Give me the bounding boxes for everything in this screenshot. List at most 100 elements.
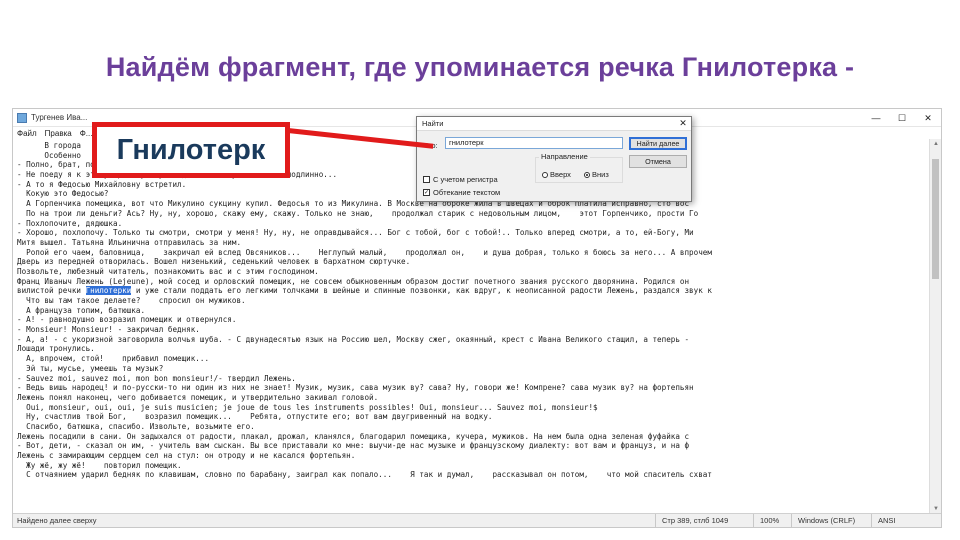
find-dialog-titlebar: Найти ✕ (417, 117, 691, 131)
text-line: - Monsieur! Monsieur! - закричал бедняк. (17, 325, 931, 335)
text-line: Oui, monsieur, oui, oui, je suis musicie… (17, 403, 931, 413)
text-line-content: - Вот, дети, - сказал он им, - учитель в… (17, 441, 690, 451)
text-line: Ропой его чаем, баловница, закричал ей в… (17, 248, 931, 258)
status-cursor-position: Стр 389, стлб 1049 (655, 514, 753, 527)
text-line-content: - Хорошо, похлопочу. Только ты смотри, с… (17, 228, 694, 238)
text-line: Что вы там такое делаете? спросил он муж… (17, 296, 931, 306)
text-line: - А, а! - с укоризной заговорила волчья … (17, 335, 931, 345)
text-line-content: Что вы там такое делаете? спросил он муж… (17, 296, 246, 305)
text-line-content: - Ведь вишь народец! и по-русски-то ни о… (17, 383, 694, 393)
text-line-content: В города (17, 141, 82, 150)
text-line: - Хорошо, похлопочу. Только ты смотри, с… (17, 228, 931, 238)
direction-label: Направление (539, 152, 590, 161)
vertical-scrollbar[interactable]: ▲ ▼ (929, 139, 941, 514)
text-line-content: Позвольте, любезный читатель, познакомит… (17, 266, 319, 276)
text-line-content: А, впрочем, стой! прибавил помещик... (17, 354, 210, 364)
text-line: С отчаянием ударил бедняк по клавишам, с… (17, 470, 931, 480)
text-line: Лежень понял наконец, чего добивается по… (17, 393, 931, 403)
text-line: - Вот, дети, - сказал он им, - учитель в… (17, 441, 931, 451)
text-line-content: Лежень посадили в сани. Он задыхался от … (17, 431, 690, 441)
text-line: Дверь из передней отворилась. Вошел низе… (17, 257, 931, 267)
close-button[interactable]: ✕ (915, 109, 941, 126)
find-next-button[interactable]: Найти далее (629, 137, 687, 150)
text-line: Лежень с замирающим сердцем сел на стул:… (17, 451, 931, 461)
text-line-content: Лежень понял наконец, чего добивается по… (17, 392, 379, 402)
wrap-around-label: Обтекание текстом (433, 188, 501, 197)
text-line: Ну, счастлив твой Бог, возразил помещик.… (17, 412, 931, 422)
text-line-content: Oui, monsieur, oui, oui, je suis musicie… (17, 402, 598, 412)
match-case-label: С учетом регистра (433, 175, 498, 184)
status-line-ending: Windows (CRLF) (791, 514, 871, 527)
text-line-content: - Monsieur! Monsieur! - закричал бедняк. (17, 325, 200, 335)
notepad-icon (17, 112, 27, 123)
text-line-content: - Sauvez moi, sauvez moi, mon bon monsie… (17, 373, 296, 383)
text-line: Франц Иваныч Лежень (Lejeune), мой сосед… (17, 277, 931, 287)
direction-down-radio[interactable]: Вниз (584, 170, 609, 179)
search-match-highlight: Гнилотерки (85, 286, 132, 296)
wrap-around-checkbox[interactable]: ✓ Обтекание текстом (423, 188, 500, 197)
text-line-content: - А то я Федосью Михайловну встретил. (17, 179, 187, 189)
menu-format[interactable]: Ф... (80, 129, 93, 138)
direction-down-label: Вниз (592, 170, 609, 179)
find-input[interactable]: гнилотерк (445, 137, 623, 149)
text-line-content: С отчаянием ударил бедняк по клавишам, с… (17, 470, 712, 480)
text-line: А француза топим, батюшка. (17, 306, 931, 316)
menu-file[interactable]: Файл (17, 129, 37, 138)
text-line-content: Франц Иваныч Лежень (Lejeune), мой сосед… (17, 276, 690, 286)
text-line-content: А француза топим, батюшка. (17, 305, 146, 315)
text-line: - Ведь вишь народец! и по-русски-то ни о… (17, 383, 931, 393)
text-line-content: Митя вышел. Татьяна Ильинична отправилас… (17, 237, 242, 247)
notepad-statusbar: Найдено далее сверху Стр 389, стлб 1049 … (13, 513, 941, 527)
match-case-check-icon (423, 176, 430, 183)
find-dialog-close-icon[interactable]: ✕ (675, 118, 691, 129)
text-line: - А! - равнодушно возразил помещик и отв… (17, 315, 931, 325)
direction-up-label: Вверх (550, 170, 571, 179)
find-dialog-title: Найти (422, 119, 444, 128)
text-line: - Похлопочите, дядюшка. (17, 219, 931, 229)
minimize-button[interactable]: — (863, 109, 889, 126)
callout-box: Гнилотерк (92, 122, 290, 178)
status-encoding: ANSI (871, 514, 941, 527)
text-line-content: Спасибо, батюшка, спасибо. Извольте, воз… (17, 421, 255, 431)
radio-up-icon (542, 171, 548, 178)
text-line: Спасибо, батюшка, спасибо. Извольте, воз… (17, 422, 931, 432)
text-line-content: Кокую это Федосью? (17, 189, 109, 199)
text-line-content: Ропой его чаем, баловница, закричал ей в… (17, 247, 712, 257)
text-line-content: Дверь из передней отворилась. Вошел низе… (17, 257, 411, 267)
text-line-content: - Похлопочите, дядюшка. (17, 218, 123, 228)
match-case-checkbox[interactable]: С учетом регистра (423, 175, 498, 184)
text-line: Эй ты, мусье, умеешь та музык? (17, 364, 931, 374)
text-line-content: Жу жё, жу жё! повторил помещик. (17, 460, 182, 470)
wrap-around-check-icon: ✓ (423, 189, 430, 196)
text-line-content: Лошади тронулись. (17, 344, 95, 354)
text-line: вилистой речки Гнилотерки и уже стали по… (17, 286, 931, 296)
text-line-content: Лежень с замирающим сердцем сел на стул:… (17, 451, 356, 460)
text-line: По на трои ли деньги? Ась? Ну, ну, хорош… (17, 209, 931, 219)
maximize-button[interactable]: ☐ (889, 109, 915, 126)
text-line-content: и уже стали поддать его легкими толчками… (131, 286, 712, 296)
text-line: А, впрочем, стой! прибавил помещик... (17, 354, 931, 364)
slide-title: Найдём фрагмент, где упоминается речка Г… (105, 52, 855, 82)
cancel-button[interactable]: Отмена (629, 155, 687, 168)
text-line: Лошади тронулись. (17, 344, 931, 354)
text-line-content: Ну, счастлив твой Бог, возразил помещик.… (17, 412, 493, 422)
scrollbar-thumb[interactable] (932, 159, 939, 279)
text-line: - Sauvez moi, sauvez moi, mon bon monsie… (17, 374, 931, 384)
radio-down-icon (584, 171, 590, 178)
text-line-content: - А! - равнодушно возразил помещик и отв… (17, 315, 237, 325)
text-line-content: вилистой речки (17, 286, 86, 296)
text-line: Жу жё, жу жё! повторил помещик. (17, 461, 931, 471)
text-line: Лежень посадили в сани. Он задыхался от … (17, 432, 931, 442)
scroll-up-icon[interactable]: ▲ (930, 139, 941, 149)
menu-edit[interactable]: Правка (45, 129, 72, 138)
text-line-content: По на трои ли деньги? Ась? Ну, ну, хорош… (17, 208, 699, 218)
direction-group: Направление Вверх Вниз (535, 152, 623, 183)
callout-text: Гнилотерк (116, 133, 266, 166)
direction-up-radio[interactable]: Вверх (542, 170, 571, 179)
find-dialog: Найти ✕ Что: гнилотерк Найти далее Отмен… (416, 116, 692, 202)
text-line: Позвольте, любезный читатель, познакомит… (17, 267, 931, 277)
text-line-content: - А, а! - с укоризной заговорила волчья … (17, 334, 690, 344)
text-line-content: Эй ты, мусье, умеешь та музык? (17, 363, 164, 373)
status-zoom: 100% (753, 514, 791, 527)
text-line: Митя вышел. Татьяна Ильинична отправилас… (17, 238, 931, 248)
